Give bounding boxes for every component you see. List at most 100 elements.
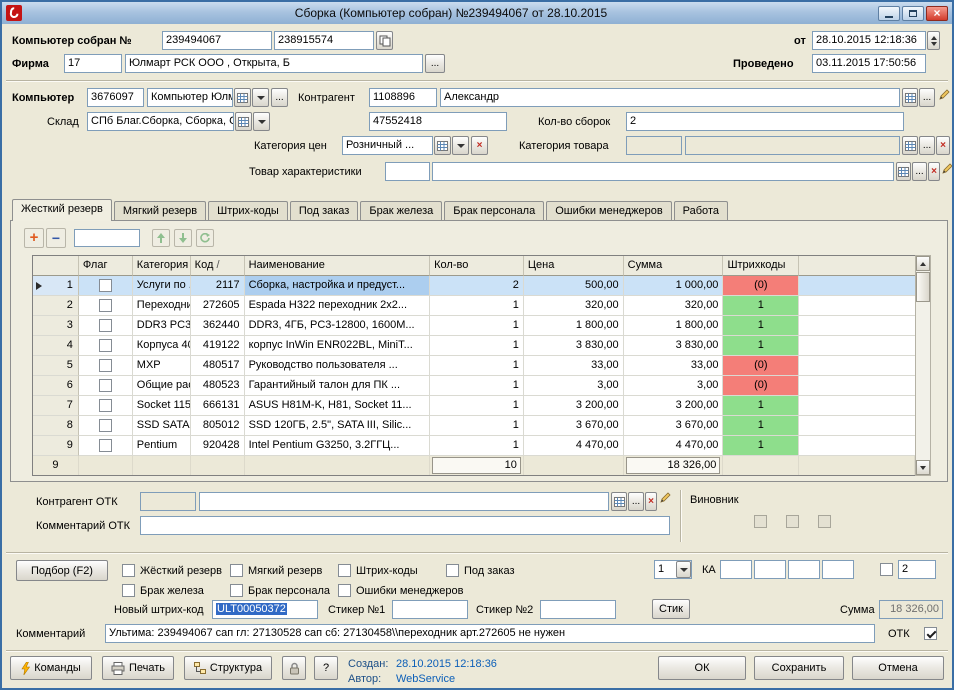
otk-contractor-catalog-button[interactable] bbox=[611, 492, 627, 511]
pick-button[interactable]: Подбор (F2) bbox=[16, 560, 108, 581]
flag-checkbox[interactable] bbox=[99, 399, 112, 412]
flag-checkbox[interactable] bbox=[99, 419, 112, 432]
code-cell[interactable]: 419122 bbox=[191, 336, 245, 356]
category-cell[interactable]: Общие рас... bbox=[133, 376, 191, 396]
count-input[interactable]: 2 bbox=[898, 560, 936, 579]
posted-input[interactable]: 03.11.2015 17:50:56 bbox=[812, 54, 926, 73]
flag-cell[interactable] bbox=[79, 416, 133, 436]
price-category-clear-button[interactable]: × bbox=[471, 136, 488, 155]
ka-input-3[interactable] bbox=[788, 560, 820, 579]
otk-contractor-code-input[interactable] bbox=[140, 492, 196, 511]
sort-asc-button[interactable] bbox=[152, 229, 170, 247]
price-cell[interactable]: 3 200,00 bbox=[524, 396, 624, 416]
flag-cell[interactable] bbox=[79, 336, 133, 356]
table-row[interactable]: 7 Socket 115... 666131 ASUS H81M-K, H81,… bbox=[33, 396, 915, 416]
goods-characteristics-catalog-button[interactable] bbox=[896, 162, 911, 181]
barcodes-cell[interactable]: (0) bbox=[723, 276, 799, 296]
print-button[interactable]: Печать bbox=[102, 656, 174, 680]
tab[interactable]: Мягкий резерв bbox=[114, 201, 206, 221]
price-category-dropdown-button[interactable] bbox=[452, 136, 469, 155]
flag-cell[interactable] bbox=[79, 376, 133, 396]
name-cell[interactable]: Espada H322 переходник 2x2... bbox=[245, 296, 431, 316]
computer-more-button[interactable]: ... bbox=[271, 88, 288, 107]
sum-cell[interactable]: 4 470,00 bbox=[624, 436, 724, 456]
category-cell[interactable]: DDR3 PC3-... bbox=[133, 316, 191, 336]
barcodes-cell[interactable]: 1 bbox=[723, 296, 799, 316]
qty-cell[interactable]: 1 bbox=[430, 336, 524, 356]
sum-cell[interactable]: 1 000,00 bbox=[624, 276, 724, 296]
barcodes-cell[interactable]: 1 bbox=[723, 416, 799, 436]
category-cell[interactable]: Socket 115... bbox=[133, 396, 191, 416]
scroll-up-button[interactable] bbox=[916, 256, 930, 271]
sum-cell[interactable]: 1 800,00 bbox=[624, 316, 724, 336]
sticker2-input[interactable] bbox=[540, 600, 616, 619]
builds-count-input[interactable]: 2 bbox=[626, 112, 904, 131]
col-price[interactable]: Цена bbox=[524, 256, 624, 276]
contractor-edit-button[interactable] bbox=[938, 88, 951, 107]
new-barcode-input[interactable]: ULT00050372 bbox=[212, 600, 318, 619]
goods-characteristics-edit-button[interactable] bbox=[941, 162, 954, 181]
help-button[interactable]: ? bbox=[314, 656, 338, 680]
delete-row-button[interactable]: − bbox=[46, 228, 66, 248]
price-category-catalog-button[interactable] bbox=[434, 136, 451, 155]
price-category-input[interactable]: Розничный ... bbox=[342, 136, 433, 155]
name-cell[interactable]: Гарантийный талон для ПК ... bbox=[245, 376, 431, 396]
warehouse-dropdown-button[interactable] bbox=[253, 112, 270, 131]
goods-category-more-button[interactable]: ... bbox=[919, 136, 935, 155]
warehouse-catalog-button[interactable] bbox=[235, 112, 252, 131]
otk-checkbox[interactable] bbox=[924, 627, 937, 640]
doc-number-input[interactable]: 239494067 bbox=[162, 31, 272, 50]
tab[interactable]: Брак персонала bbox=[444, 201, 544, 221]
defect-checkbox[interactable]: Брак железа bbox=[122, 583, 230, 598]
sticker1-input[interactable] bbox=[392, 600, 468, 619]
date-input[interactable]: 28.10.2015 12:18:36 bbox=[812, 31, 926, 50]
goods-category-catalog-button[interactable] bbox=[902, 136, 918, 155]
reserve-checkbox[interactable]: Жёсткий резерв bbox=[122, 563, 230, 578]
tab[interactable]: Под заказ bbox=[290, 201, 359, 221]
sum-cell[interactable]: 3 670,00 bbox=[624, 416, 724, 436]
barcodes-cell[interactable]: 1 bbox=[723, 396, 799, 416]
price-cell[interactable]: 33,00 bbox=[524, 356, 624, 376]
table-scrollbar[interactable] bbox=[915, 255, 931, 476]
qty-cell[interactable]: 1 bbox=[430, 436, 524, 456]
name-cell[interactable]: ASUS H81M-K, H81, Socket 11... bbox=[245, 396, 431, 416]
col-flag[interactable]: Флаг bbox=[79, 256, 133, 276]
flag-cell[interactable] bbox=[79, 296, 133, 316]
warehouse-input[interactable]: СПб Благ.Сборка, Сборка, Сп... bbox=[87, 112, 234, 131]
tab[interactable]: Ошибки менеджеров bbox=[546, 201, 671, 221]
goods-category-clear-button[interactable]: × bbox=[936, 136, 950, 155]
barcodes-cell[interactable]: (0) bbox=[723, 376, 799, 396]
code-cell[interactable]: 362440 bbox=[191, 316, 245, 336]
code-cell[interactable]: 666131 bbox=[191, 396, 245, 416]
minimize-button[interactable] bbox=[878, 6, 900, 21]
category-cell[interactable]: Корпуса 40... bbox=[133, 336, 191, 356]
scroll-down-button[interactable] bbox=[916, 460, 930, 475]
col-name[interactable]: Наименование bbox=[245, 256, 431, 276]
ka-input-4[interactable] bbox=[822, 560, 854, 579]
col-sum[interactable]: Сумма bbox=[624, 256, 724, 276]
close-button[interactable]: × bbox=[926, 6, 948, 21]
save-button[interactable]: Сохранить bbox=[754, 656, 844, 680]
qty-cell[interactable]: 1 bbox=[430, 376, 524, 396]
stick-button[interactable]: Стик bbox=[652, 599, 690, 619]
contractor-name-input[interactable]: Александр bbox=[440, 88, 900, 107]
goods-characteristics-input[interactable] bbox=[432, 162, 894, 181]
cancel-button[interactable]: Отмена bbox=[852, 656, 944, 680]
comment-input[interactable]: Ультима: 239494067 сап гл: 27130528 сап … bbox=[105, 624, 875, 643]
computer-name-input[interactable]: Компьютер Юлмар... bbox=[147, 88, 233, 107]
firm-name-input[interactable]: Юлмарт РСК ООО , Открыта, Б bbox=[125, 54, 423, 73]
name-cell[interactable]: SSD 120ГБ, 2.5", SATA III, Silic... bbox=[245, 416, 431, 436]
contractor-code-input[interactable]: 1108896 bbox=[369, 88, 437, 107]
defect-checkbox[interactable]: Брак персонала bbox=[230, 583, 338, 598]
reserve-checkbox[interactable]: Мягкий резерв bbox=[230, 563, 338, 578]
flag-checkbox[interactable] bbox=[99, 279, 112, 292]
flag-checkbox[interactable] bbox=[99, 319, 112, 332]
commands-button[interactable]: Команды bbox=[10, 656, 92, 680]
qty-cell[interactable]: 2 bbox=[430, 276, 524, 296]
flag-cell[interactable] bbox=[79, 356, 133, 376]
qty-cell[interactable]: 1 bbox=[430, 396, 524, 416]
doc-number2-input[interactable]: 238915574 bbox=[274, 31, 374, 50]
code-cell[interactable]: 480517 bbox=[191, 356, 245, 376]
barcodes-cell[interactable]: (0) bbox=[723, 356, 799, 376]
flag-cell[interactable] bbox=[79, 396, 133, 416]
